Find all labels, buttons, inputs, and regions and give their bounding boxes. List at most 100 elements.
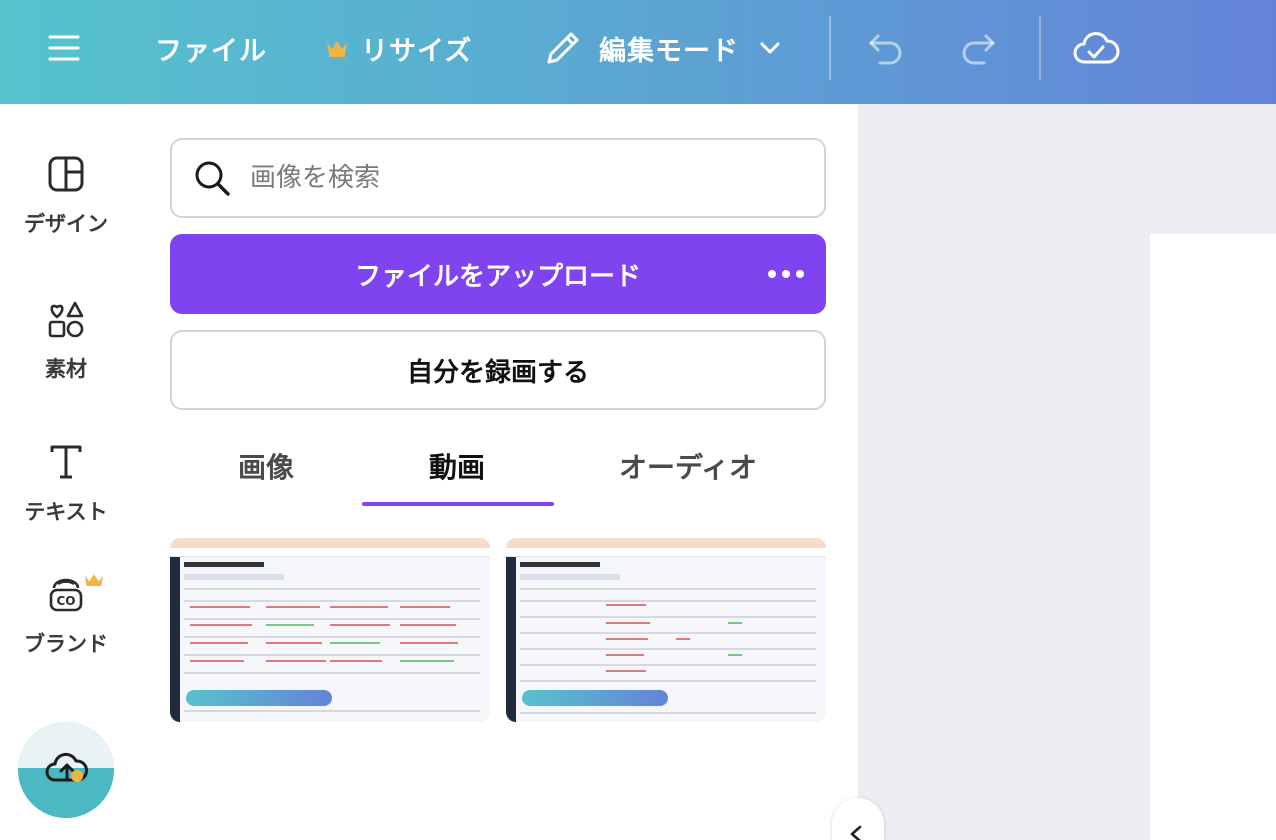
hamburger-icon[interactable] xyxy=(46,0,86,96)
rail-item-text[interactable]: テキスト xyxy=(0,442,132,526)
thumbnail-app-sidebar xyxy=(170,557,180,722)
file-menu-label: ファイル xyxy=(155,35,267,67)
video-thumbnail[interactable] xyxy=(506,538,826,722)
thumbnail-filter xyxy=(184,574,284,580)
cloud-upload-icon xyxy=(45,752,88,782)
thumbnail-bar xyxy=(606,670,646,672)
search-icon xyxy=(195,161,230,196)
thumbnail-row xyxy=(184,618,480,620)
design-canvas-area xyxy=(832,104,1276,840)
thumbnail-bar xyxy=(400,624,456,626)
collapse-panel-button[interactable] xyxy=(832,798,884,840)
thumbnail-header xyxy=(520,562,600,567)
uploads-button[interactable] xyxy=(18,722,114,818)
thumbnail-row xyxy=(520,664,816,666)
thumbnail-row xyxy=(520,600,816,602)
redo-icon[interactable] xyxy=(958,0,1002,96)
thumbnail-bar xyxy=(400,660,454,662)
active-tab-indicator xyxy=(362,502,554,506)
thumbnail-bar xyxy=(606,654,644,656)
undo-icon[interactable] xyxy=(866,0,910,96)
resize-button[interactable]: リサイズ xyxy=(325,0,472,96)
thumbnail-row xyxy=(184,588,480,590)
thumbnail-bar xyxy=(400,606,450,608)
thumbnail-bar xyxy=(728,622,742,624)
resize-label: リサイズ xyxy=(361,35,473,67)
thumbnail-browser-urlbar xyxy=(170,548,490,557)
search-input[interactable] xyxy=(250,163,790,193)
file-menu-button[interactable]: ファイル xyxy=(155,0,267,96)
thumbnail-browser-tabbar xyxy=(170,538,490,548)
more-options-icon[interactable] xyxy=(766,262,806,286)
thumbnail-app-sidebar xyxy=(506,557,516,722)
thumbnail-row xyxy=(520,712,816,714)
pencil-icon xyxy=(547,32,579,64)
rail-item-design[interactable]: デザイン xyxy=(0,154,132,238)
thumbnail-bar xyxy=(400,642,458,644)
chevron-down-icon xyxy=(760,42,780,54)
rail-item-brand[interactable]: CO ブランド xyxy=(0,574,132,658)
thumbnail-bar xyxy=(190,606,250,608)
thumbnail-bar xyxy=(266,606,320,608)
top-toolbar: ファイル リサイズ 編集モード xyxy=(0,0,1276,104)
tab-label: 動画 xyxy=(428,451,485,484)
thumbnail-row xyxy=(520,616,816,618)
thumbnail-bar xyxy=(330,642,380,644)
thumbnail-row xyxy=(520,588,816,590)
tab-images[interactable]: 画像 xyxy=(216,446,316,506)
thumbnail-bar xyxy=(606,604,646,606)
video-progress-bar xyxy=(186,690,332,706)
video-thumbnail[interactable] xyxy=(170,538,490,722)
toolbar-divider xyxy=(1039,16,1041,80)
thumbnail-bar xyxy=(266,624,314,626)
thumbnail-bar xyxy=(330,624,390,626)
thumbnail-row xyxy=(520,680,816,682)
thumbnail-browser-urlbar xyxy=(506,548,826,557)
rail-item-label: ブランド xyxy=(24,632,108,656)
record-yourself-button[interactable]: 自分を録画する xyxy=(170,330,826,410)
thumbnail-row xyxy=(184,600,480,602)
tab-audio[interactable]: オーディオ xyxy=(602,446,774,506)
cloud-check-icon[interactable] xyxy=(1072,0,1122,96)
brand-kit-icon: CO xyxy=(49,578,83,612)
thumbnail-bar xyxy=(606,622,650,624)
thumbnail-filter xyxy=(520,574,620,580)
edit-mode-label: 編集モード xyxy=(599,35,739,67)
chevron-left-icon xyxy=(850,825,862,840)
video-progress-bar xyxy=(522,690,668,706)
thumbnail-bar xyxy=(330,660,382,662)
rail-item-elements[interactable]: 素材 xyxy=(0,299,132,383)
thumbnail-bar xyxy=(266,660,326,662)
left-nav-rail: デザイン 素材 テキスト CO ブランド xyxy=(0,104,132,840)
thumbnail-bar xyxy=(606,638,648,640)
design-page[interactable] xyxy=(1150,234,1276,840)
thumbnail-row xyxy=(184,672,480,674)
crown-icon xyxy=(84,574,104,586)
uploads-panel: ファイルをアップロード 自分を録画する 画像 動画 オーディオ xyxy=(132,104,858,840)
rail-item-label: デザイン xyxy=(24,212,108,236)
thumbnail-bar xyxy=(728,654,742,656)
upload-file-button[interactable]: ファイルをアップロード xyxy=(170,234,826,314)
thumbnail-browser-tabbar xyxy=(506,538,826,548)
thumbnail-row xyxy=(184,654,480,656)
thumbnail-bar xyxy=(330,606,388,608)
edit-mode-dropdown[interactable]: 編集モード xyxy=(543,0,783,96)
rail-item-label: テキスト xyxy=(24,500,108,524)
thumbnail-row xyxy=(184,636,480,638)
tab-videos[interactable]: 動画 xyxy=(362,446,552,506)
thumbnail-bar xyxy=(190,624,252,626)
thumbnail-header xyxy=(184,562,264,567)
design-layout-icon xyxy=(48,156,84,192)
text-t-icon xyxy=(50,445,82,479)
search-box[interactable] xyxy=(170,138,826,218)
tab-label: オーディオ xyxy=(618,451,758,484)
thumbnail-row xyxy=(520,648,816,650)
rail-item-label: 素材 xyxy=(45,357,87,381)
thumbnail-row xyxy=(520,632,816,634)
record-yourself-label: 自分を録画する xyxy=(406,357,589,388)
thumbnail-row xyxy=(184,710,480,712)
thumbnail-bar xyxy=(676,638,690,640)
thumbnail-bar xyxy=(190,642,248,644)
upload-file-label: ファイルをアップロード xyxy=(354,261,641,292)
thumbnail-bar xyxy=(266,642,322,644)
